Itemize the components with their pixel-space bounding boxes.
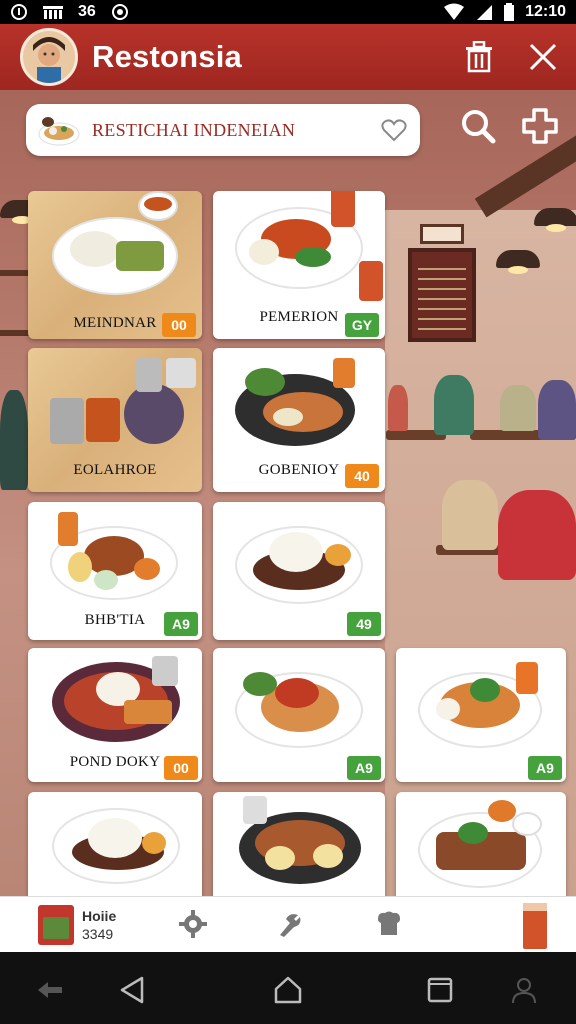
- status-icon-signal-bars: [42, 4, 64, 20]
- person-figure: [500, 385, 536, 431]
- menu-card[interactable]: [28, 792, 202, 896]
- trash-icon[interactable]: [462, 40, 496, 74]
- card-label: EOLAHROE: [73, 462, 157, 478]
- bread-icon[interactable]: [372, 907, 406, 941]
- person-figure: [388, 385, 408, 431]
- app-bar: Restonsia: [0, 24, 576, 90]
- person-figure: [434, 375, 474, 435]
- menu-card[interactable]: A9: [396, 648, 566, 782]
- menu-card[interactable]: BHB'TIA A9: [28, 502, 202, 640]
- battery-icon: [503, 3, 515, 21]
- menu-card[interactable]: 49: [213, 502, 385, 640]
- lamp-icon: [534, 208, 576, 232]
- status-icon-circle: [10, 3, 28, 21]
- price-badge: 00: [162, 313, 196, 337]
- back-icon[interactable]: [114, 972, 150, 1008]
- wifi-icon: [443, 3, 465, 21]
- nav-home-title: Hoiie: [82, 907, 117, 924]
- price-badge: GY: [345, 313, 379, 337]
- heart-icon[interactable]: [380, 116, 408, 144]
- close-icon[interactable]: [526, 40, 560, 74]
- price-badge: A9: [347, 756, 381, 780]
- add-icon[interactable]: [520, 106, 560, 146]
- price-badge: A9: [164, 612, 198, 636]
- shelf: [0, 270, 30, 276]
- menu-card[interactable]: [213, 792, 385, 896]
- price-badge: 49: [347, 612, 381, 636]
- menu-card[interactable]: GOBENIOY 40: [213, 348, 385, 492]
- price-badge: 40: [345, 464, 379, 488]
- tools-icon[interactable]: [272, 907, 306, 941]
- menu-card[interactable]: EOLAHROE: [28, 348, 202, 492]
- person-figure: [538, 380, 576, 440]
- bottom-nav: Hoiie 3349: [0, 896, 576, 952]
- price-badge: 00: [164, 756, 198, 780]
- avatar[interactable]: [20, 28, 78, 86]
- search-icon[interactable]: [458, 106, 498, 146]
- back-arrow-icon[interactable]: [32, 972, 68, 1008]
- system-nav-bar: [0, 952, 576, 1024]
- app-title: Restonsia: [92, 39, 242, 74]
- status-bar: 36 12:10: [0, 0, 576, 24]
- person-icon[interactable]: [506, 972, 542, 1008]
- menu-card[interactable]: MEINDNAR 00: [28, 191, 202, 339]
- home-icon[interactable]: [270, 972, 306, 1008]
- drink-icon[interactable]: [518, 901, 552, 951]
- menu-card[interactable]: POND DOKY 00: [28, 648, 202, 782]
- cell-signal-icon: [475, 3, 493, 21]
- status-text: 36: [78, 3, 96, 20]
- wall-frame: [420, 224, 464, 244]
- wall-menu-board: [408, 248, 476, 342]
- search-thumb-image: [36, 112, 82, 148]
- search-bar[interactable]: RESTICHAI INDENEIAN: [26, 104, 420, 156]
- shelf: [0, 330, 30, 336]
- person-figure: [442, 480, 498, 550]
- recents-icon[interactable]: [422, 972, 458, 1008]
- price-badge: A9: [528, 756, 562, 780]
- settings-icon[interactable]: [176, 907, 210, 941]
- nav-home-thumbnail: [38, 904, 74, 945]
- person-figure: [0, 390, 28, 490]
- main-content: RESTICHAI INDENEIAN MEINDNAR 00 PEMERION…: [0, 90, 576, 896]
- lamp-icon: [496, 250, 540, 274]
- status-icon-camera: [110, 3, 130, 21]
- menu-card[interactable]: PEMERION GY: [213, 191, 385, 339]
- search-input[interactable]: RESTICHAI INDENEIAN: [92, 120, 295, 141]
- person-figure: [498, 490, 576, 580]
- status-time: 12:10: [525, 3, 566, 20]
- nav-home-subtitle: 3349: [82, 925, 114, 942]
- nav-home[interactable]: Hoiie 3349: [0, 904, 160, 945]
- menu-card[interactable]: [396, 792, 566, 896]
- menu-card[interactable]: A9: [213, 648, 385, 782]
